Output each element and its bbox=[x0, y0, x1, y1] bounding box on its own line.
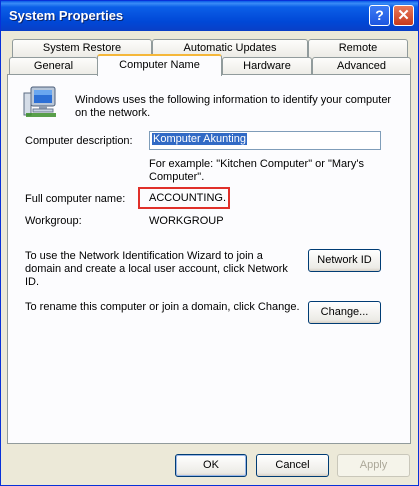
workgroup-label: Workgroup: bbox=[25, 215, 82, 227]
description-example-text: For example: "Kitchen Computer" or "Mary… bbox=[149, 158, 364, 183]
apply-button[interactable]: Apply bbox=[337, 454, 410, 477]
help-icon: ? bbox=[375, 7, 384, 23]
help-button[interactable]: ? bbox=[369, 5, 390, 26]
change-button[interactable]: Change... bbox=[308, 301, 381, 324]
intro-text: Windows uses the following information t… bbox=[75, 94, 392, 119]
close-icon: ✕ bbox=[397, 7, 410, 24]
cancel-button[interactable]: Cancel bbox=[256, 454, 329, 477]
computer-description-value: Komputer Akunting bbox=[152, 133, 247, 145]
computer-description-label: Computer description: bbox=[25, 135, 133, 147]
tab-remote[interactable]: Remote bbox=[308, 39, 408, 58]
workgroup-value: WORKGROUP bbox=[149, 215, 224, 227]
computer-network-icon bbox=[23, 86, 56, 117]
title-bar[interactable]: System Properties ? ✕ bbox=[1, 1, 418, 31]
highlight-box bbox=[138, 187, 230, 209]
close-button[interactable]: ✕ bbox=[393, 5, 414, 26]
window-title: System Properties bbox=[9, 8, 124, 23]
network-id-button[interactable]: Network ID bbox=[308, 249, 381, 272]
full-computer-name-label: Full computer name: bbox=[25, 193, 126, 205]
change-instructions: To rename this computer or join a domain… bbox=[25, 301, 300, 313]
system-properties-window: System Properties ? ✕ System Restore Aut… bbox=[0, 0, 419, 486]
computer-description-input[interactable]: Komputer Akunting bbox=[149, 131, 381, 150]
ok-button[interactable]: OK bbox=[175, 454, 247, 477]
network-id-instructions: To use the Network Identification Wizard… bbox=[25, 250, 288, 288]
tab-computer-name[interactable]: Computer Name bbox=[97, 54, 222, 76]
